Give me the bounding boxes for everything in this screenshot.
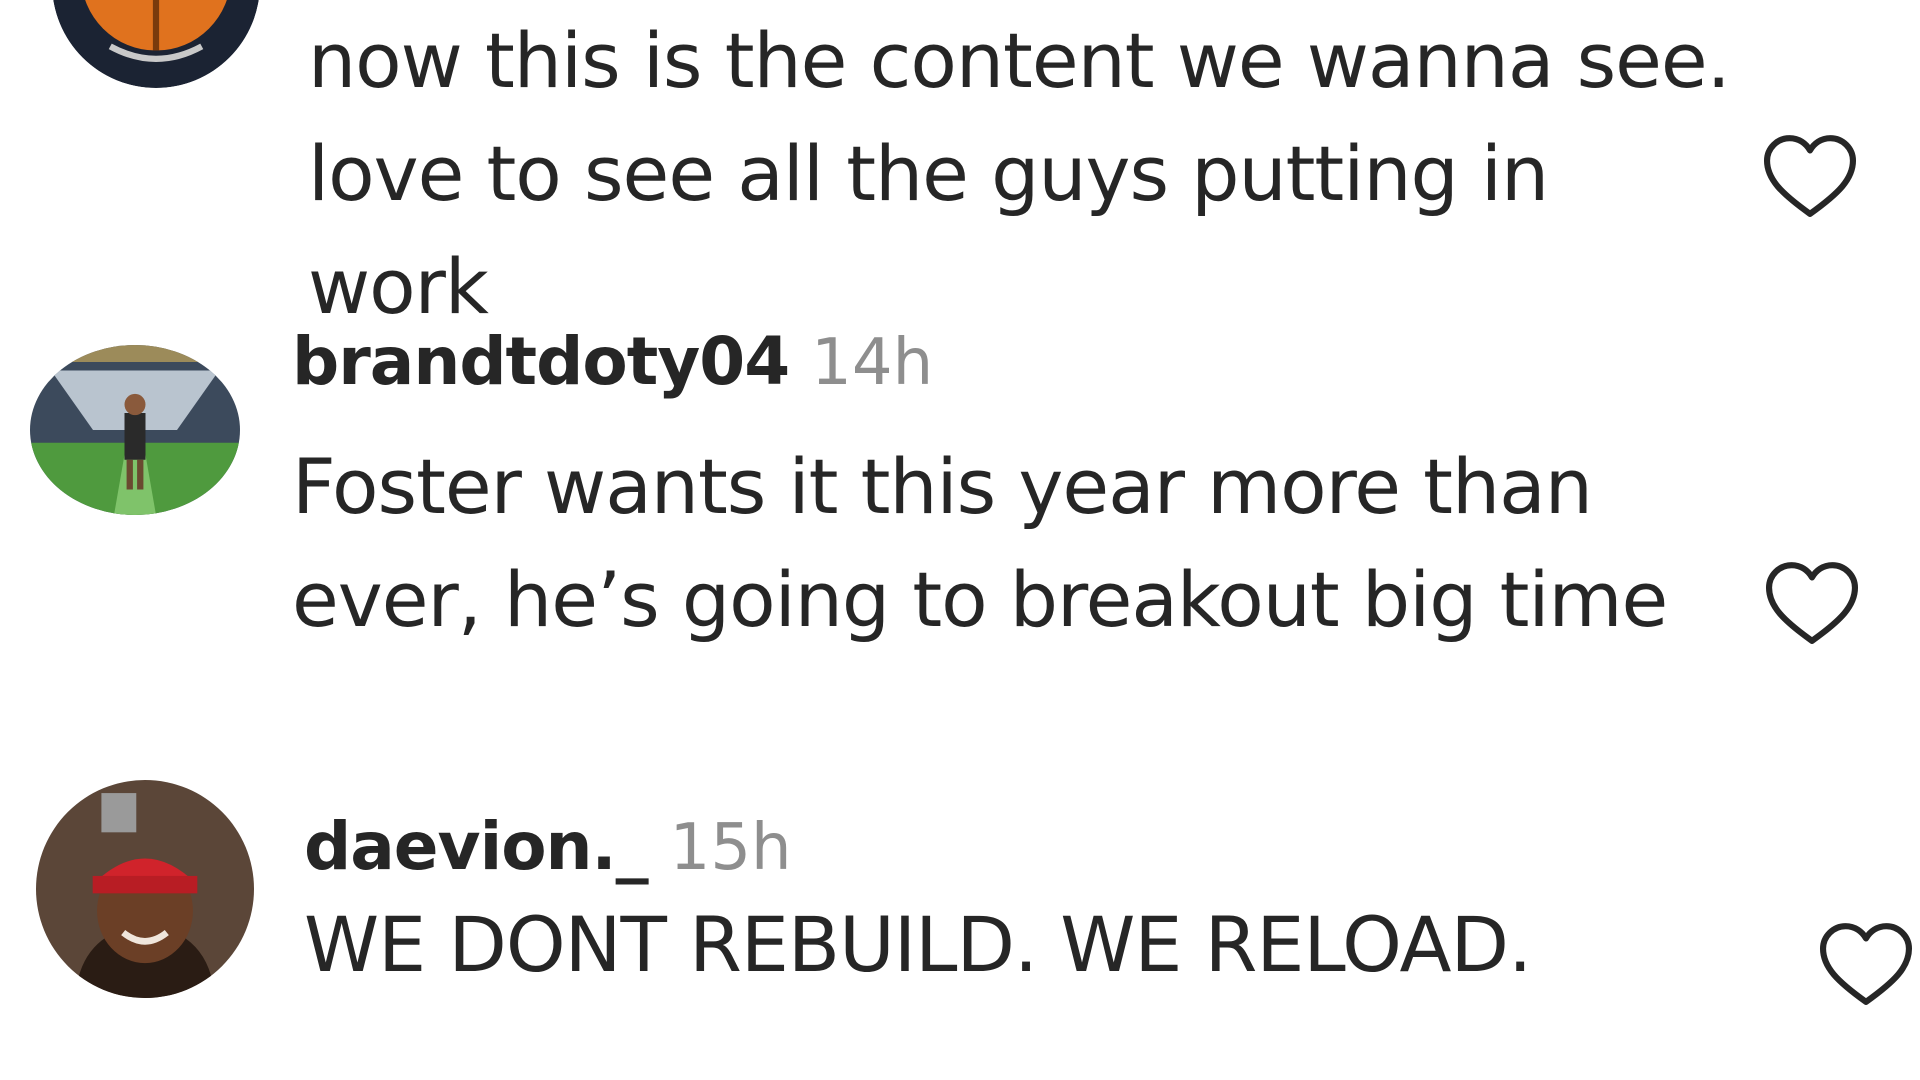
- comment-meta: brandtdoty04 14h: [292, 329, 933, 396]
- stadium-photo-icon: [30, 345, 240, 515]
- red-cap-selfie-icon: [36, 780, 254, 998]
- avatar[interactable]: [30, 345, 240, 515]
- comment-meta: daevion._ 15h: [304, 814, 792, 881]
- comment-item: brandtdoty04 14h Foster wants it this yea…: [0, 329, 1920, 765]
- comment-text: now this is the content we wanna see. lo…: [308, 16, 1731, 331]
- comment-item: now this is the content we wanna see. lo…: [0, 0, 1920, 345]
- avatar[interactable]: [52, 0, 260, 88]
- orange-team-logo-icon: [53, 0, 259, 88]
- heart-outline-icon[interactable]: [1760, 132, 1860, 222]
- timestamp[interactable]: 15h: [670, 811, 792, 885]
- timestamp[interactable]: 14h: [811, 326, 933, 400]
- comment-item: daevion._ 15h WE DONT REBUILD. WE RELOAD.: [0, 780, 1920, 1080]
- heart-outline-icon[interactable]: [1762, 559, 1862, 649]
- heart-outline-icon[interactable]: [1816, 920, 1916, 1010]
- username-link[interactable]: brandtdoty04: [292, 323, 790, 400]
- comment-text: WE DONT REBUILD. WE RELOAD.: [304, 900, 1532, 989]
- username-link[interactable]: daevion._: [304, 808, 649, 885]
- avatar[interactable]: [36, 780, 254, 998]
- comment-text: Foster wants it this year more than ever…: [292, 442, 1668, 644]
